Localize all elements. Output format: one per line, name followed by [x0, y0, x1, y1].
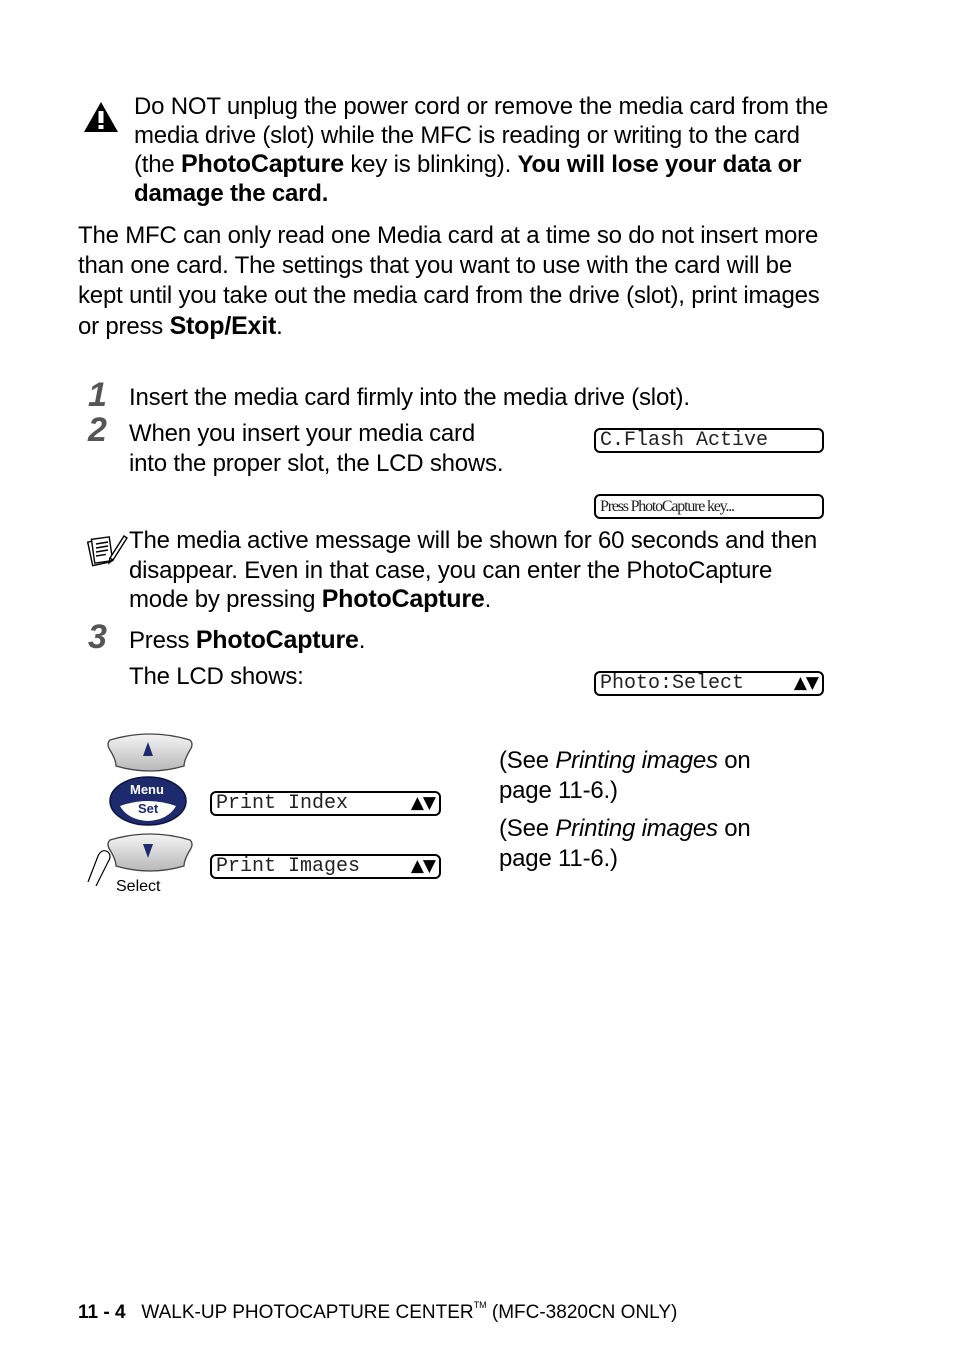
step-3-sub-text: The LCD shows: [129, 663, 304, 690]
step-number-3: 3 [88, 618, 107, 656]
reference-print-images: (See Printing images on page 11-6.) [499, 815, 751, 872]
photocapture-key-name: PhotoCapture [181, 150, 344, 178]
up-down-arrows-icon: ▲▼ [410, 793, 436, 813]
stop-exit-key-name: Stop/Exit [169, 312, 277, 340]
step-1-text: Insert the media card firmly into the me… [129, 384, 690, 411]
lcd-cflash-active: C.Flash Active [594, 428, 824, 453]
step-number-1: 1 [88, 376, 107, 414]
step-2-text-line2: into the proper slot, the LCD shows. [129, 450, 504, 477]
finger-icon [86, 846, 116, 887]
step-number-2: 2 [88, 411, 107, 449]
lcd-press-photocapture: Press PhotoCapture key... [594, 494, 824, 519]
page-footer: 11 - 4 WALK-UP PHOTOCAPTURE CENTERTM (MF… [78, 1300, 677, 1324]
step-3-text: Press PhotoCapture. [129, 626, 366, 654]
model-note: (MFC-3820CN ONLY) [491, 1302, 678, 1323]
page-number: 11 - 4 [78, 1302, 126, 1323]
up-down-arrows-icon: ▲▼ [410, 856, 436, 876]
warning-text: Do NOT unplug the power cord or remove t… [134, 93, 829, 207]
set-label: Set [138, 801, 159, 816]
lcd-print-images: Print Images ▲▼ [210, 854, 441, 879]
lcd-print-index: Print Index ▲▼ [210, 791, 441, 816]
link-printing-images[interactable]: Printing images [555, 747, 718, 774]
warning-triangle-icon [82, 100, 120, 134]
link-printing-images[interactable]: Printing images [555, 815, 718, 842]
up-down-arrows-icon: ▲▼ [793, 673, 819, 693]
note-text: The media active message will be shown f… [129, 527, 817, 613]
trademark: TM [473, 1300, 487, 1310]
intro-paragraph: The MFC can only read one Media card at … [78, 222, 820, 340]
chapter-title: WALK-UP PHOTOCAPTURE CENTER [141, 1302, 474, 1323]
reference-print-index: (See Printing images on page 11-6.) [499, 747, 751, 804]
step-2-text-line1: When you insert your media card [129, 420, 475, 447]
lcd-photo-select: Photo:Select ▲▼ [594, 671, 824, 696]
down-arrow-key[interactable] [104, 830, 196, 874]
menu-label: Menu [130, 782, 164, 797]
note-pad-icon [86, 530, 128, 572]
up-arrow-key[interactable] [104, 730, 196, 774]
select-label: Select [116, 878, 161, 895]
